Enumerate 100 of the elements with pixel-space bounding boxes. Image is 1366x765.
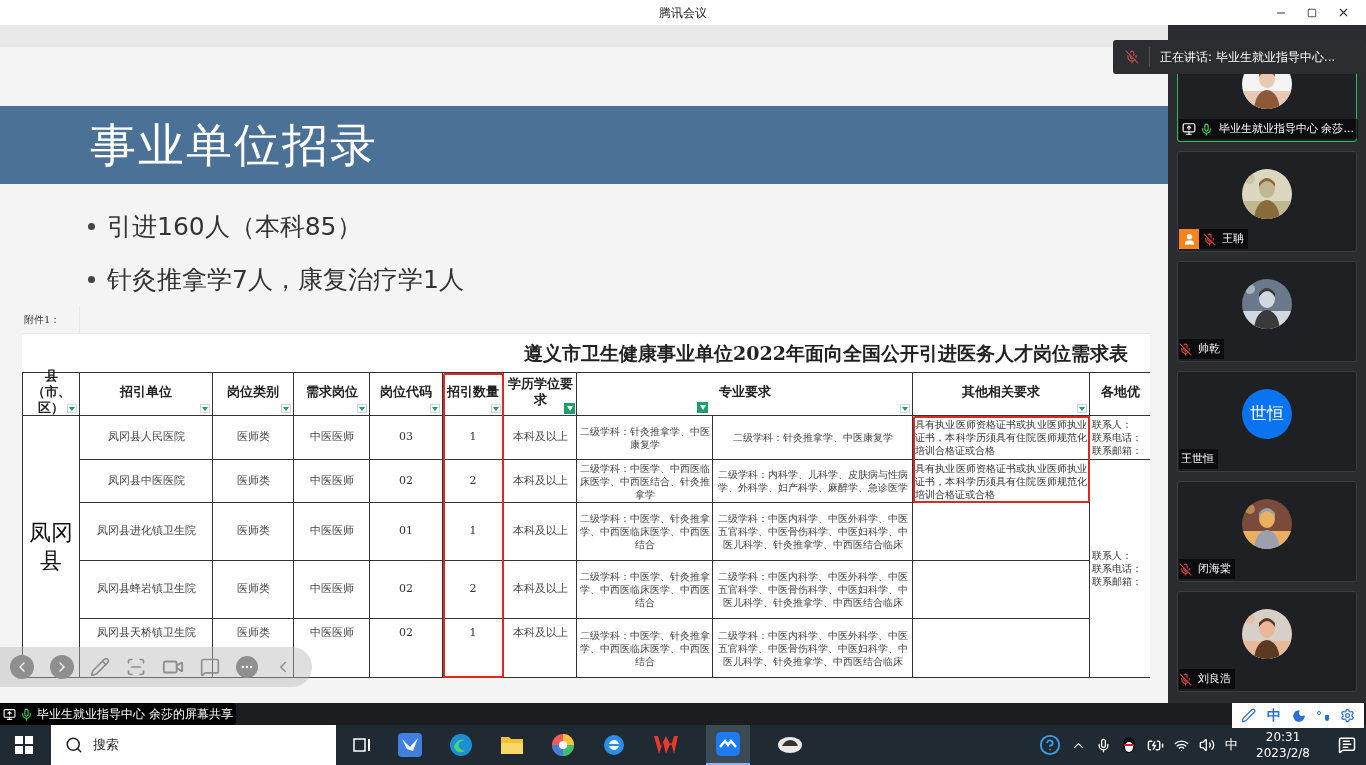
filter-dropdown-icon[interactable] [430, 404, 440, 413]
column-header: 各地优 [1090, 373, 1150, 416]
table-cell: 中医医师 [294, 561, 370, 619]
table-cell: 二级学科：内科学、儿科学、皮肤病与性病学、外科学、妇产科学、麻醉学、急诊医学 [713, 460, 913, 503]
notification-icon[interactable] [1338, 736, 1356, 754]
table-cell: 1 [443, 619, 504, 678]
contact-cell: 联系人： 联系电话： 联系邮箱： [1090, 460, 1150, 678]
screen-share-icon [3, 707, 16, 721]
table-cell: 医师类 [213, 561, 294, 619]
table-cell: 2 [443, 460, 504, 503]
table-cell: 中医医师 [294, 619, 370, 678]
bullet-icon [88, 276, 95, 283]
table-cell: 二级学科：中医学、针灸推拿学、中西医临床医学、中西医结合 [577, 619, 713, 678]
table-cell: 03 [370, 416, 443, 460]
filter-dropdown-icon[interactable] [281, 404, 291, 413]
table-cell: 二级学科：中医学、中西医临床医学、中西医结合、针灸推拿学 [577, 460, 713, 503]
table-cell: 医师类 [213, 416, 294, 460]
browser-icon[interactable] [602, 733, 626, 757]
participant-name: 毕业生就业指导中心 余莎... [1218, 120, 1354, 137]
start-icon[interactable] [15, 736, 33, 754]
sheet-title: 遵义市卫生健康事业单位2022年面向全国公开引进医务人才岗位需求表 [524, 340, 1128, 366]
mic-icon[interactable] [1096, 737, 1112, 753]
pen-icon[interactable] [90, 657, 110, 677]
help-icon[interactable] [1039, 734, 1062, 756]
initials-avatar: 世恒 [1242, 388, 1292, 439]
table-cell: 02 [370, 561, 443, 619]
input-mode-toggle[interactable]: 中 [1267, 705, 1282, 726]
table-cell: 医师类 [213, 503, 294, 561]
table-cell: 二级学科：中医学、针灸推拿学、中西医临床医学、中西医结合 [577, 561, 713, 619]
bullet-text: 引进160人（本科85） [107, 211, 362, 243]
filter-funnel-icon[interactable] [697, 402, 708, 413]
participant-tile[interactable]: 帅乾 [1177, 261, 1357, 362]
table-cell: 1 [443, 416, 504, 460]
table-cell: 凤冈县进化镇卫生院 [80, 503, 213, 561]
screenshot-icon[interactable] [126, 657, 146, 677]
maximize-icon[interactable] [1307, 7, 1317, 18]
table-cell: 中医医师 [294, 503, 370, 561]
table-cell: 本科及以上 [504, 416, 577, 460]
filter-dropdown-icon[interactable] [1077, 404, 1087, 413]
table-cell: 医师类 [213, 460, 294, 503]
filter-dropdown-icon[interactable] [491, 404, 501, 413]
table-cell: 02 [370, 619, 443, 678]
participant-name: 闭海棠 [1197, 560, 1231, 577]
table-cell: 本科及以上 [504, 460, 577, 503]
column-header: 学历学位要求 [504, 373, 577, 416]
task-view-icon[interactable] [353, 737, 371, 753]
table-cell: 具有执业医师资格证书或执业医师执业证书，本科学历须具有住院医师规范化培训合格证或合格 [913, 416, 1090, 460]
office-app-icon[interactable] [653, 734, 679, 756]
table-cell: 凤冈县天桥镇卫生院 [80, 619, 213, 678]
contact-cell: 联系人： 联系电话： 联系邮箱： [1090, 416, 1150, 460]
table-cell: 中医医师 [294, 416, 370, 460]
comment-icon[interactable] [200, 657, 220, 677]
filter-dropdown-icon[interactable] [67, 404, 77, 413]
participant-tile[interactable]: 世恒 王世恒 [1177, 371, 1357, 472]
attachment-label: 附件1： [24, 313, 61, 327]
participant-tile[interactable]: 王聃 [1177, 151, 1357, 252]
settings-icon[interactable] [1339, 708, 1355, 723]
pencil-icon[interactable] [1241, 708, 1257, 723]
clock[interactable]: 20:31 2023/2/8 [1248, 729, 1318, 761]
share-text: 毕业生就业指导中心 余莎的屏幕共享 [37, 706, 233, 723]
bullet-text: 针灸推拿学7人，康复治疗学1人 [107, 264, 464, 296]
car-icon[interactable] [777, 736, 803, 754]
filter-dropdown-icon[interactable] [357, 404, 367, 413]
close-icon[interactable] [1337, 6, 1350, 19]
meeting-app-icon[interactable] [706, 725, 750, 765]
slide-title: 事业单位招录 [90, 116, 378, 174]
table-cell: 02 [370, 460, 443, 503]
input-mode-indicator[interactable]: 中 [1225, 735, 1239, 755]
participant-name: 王聃 [1221, 230, 1244, 247]
browser-icon[interactable] [449, 733, 473, 757]
wifi-icon[interactable] [1174, 737, 1190, 753]
folder-icon[interactable] [500, 734, 524, 756]
search-field[interactable]: 搜索 [51, 725, 336, 765]
county-cell: 凤冈县 [22, 416, 80, 678]
participant-name: 帅乾 [1197, 340, 1220, 357]
table-cell: 二级学科：中医内科学、中医外科学、中医五官科学、中医骨伤科学、中医妇科学、中医儿科学、针灸推拿学、中西医结合临床 [713, 619, 913, 678]
filter-funnel-icon[interactable] [564, 403, 575, 414]
table-cell: 2 [443, 561, 504, 619]
mic-icon [20, 707, 33, 721]
moon-icon[interactable] [1292, 708, 1306, 723]
table-cell: 凤冈县蜂岩镇卫生院 [80, 561, 213, 619]
participant-tile[interactable]: 刘良浩 [1177, 591, 1357, 692]
pinwheel-app-icon[interactable] [551, 733, 575, 757]
column-header: 需求岗位 [294, 373, 370, 416]
table-cell: 01 [370, 503, 443, 561]
bird-app-icon[interactable] [398, 733, 422, 757]
filter-dropdown-icon[interactable] [900, 404, 910, 413]
table-cell: 本科及以上 [504, 561, 577, 619]
table-cell: 本科及以上 [504, 503, 577, 561]
volume-icon[interactable] [1199, 737, 1216, 753]
participant-name: 王世恒 [1180, 450, 1214, 467]
table-cell: 二级学科：中医学、针灸推拿学、中西医临床医学、中西医结合 [577, 503, 713, 561]
table-cell: 具有执业医师资格证书或执业医师执业证书，本科学历须具有住院医师规范化培训合格证或合格 [913, 460, 1090, 503]
penguin-icon[interactable] [1121, 736, 1138, 754]
window-title: 腾讯会议 [659, 4, 707, 22]
column-header: 其他相关要求 [913, 373, 1090, 416]
filter-dropdown-icon[interactable] [200, 404, 210, 413]
participant-tile[interactable]: 闭海棠 [1177, 481, 1357, 582]
table-cell: 凤冈县人民医院 [80, 416, 213, 460]
mic-off-icon [1125, 50, 1139, 64]
